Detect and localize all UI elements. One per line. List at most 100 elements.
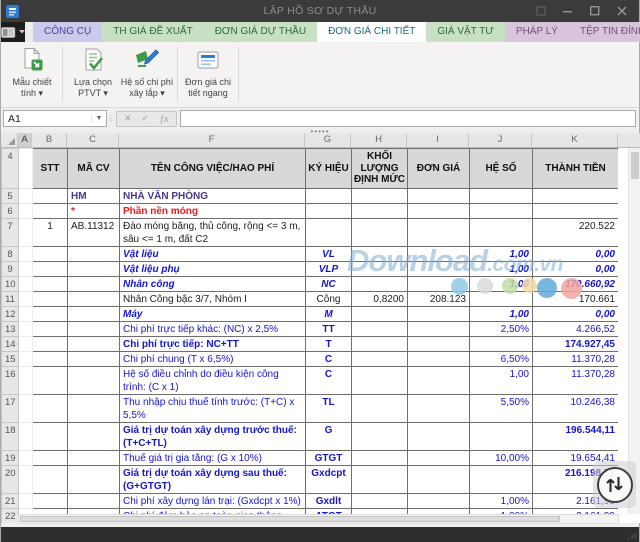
cell-B8[interactable] [33,247,68,262]
cell-A10[interactable] [19,277,33,292]
cell-J7[interactable] [470,219,533,247]
cell-I16[interactable] [408,367,470,395]
cell-H14[interactable] [352,337,408,352]
cell-A11[interactable] [19,292,33,307]
confirm-entry-icon[interactable]: ✓ [137,113,155,124]
row-header-4[interactable]: 4 [2,149,19,189]
cell-B14[interactable] [33,337,68,352]
cell-B10[interactable] [33,277,68,292]
column-header-J[interactable]: J [469,133,532,147]
cell-A17[interactable] [19,395,33,423]
cell-C7[interactable]: AB.11312 [68,219,120,247]
app-menu-button[interactable] [1,22,25,42]
cell-J9[interactable]: 1,00 [470,262,533,277]
tab-tep-tin-dinh-kem[interactable]: TỆP TIN ĐÍNH KÈM [569,22,640,42]
cell-K13[interactable]: 4.266,52 [533,322,619,337]
name-box-dropdown-icon[interactable]: ▼ [91,115,106,122]
resize-grip[interactable]: .ıl [628,532,637,541]
cell-A8[interactable] [19,247,33,262]
cell-B7[interactable]: 1 [33,219,68,247]
cell-B5[interactable] [33,189,68,204]
cell-H9[interactable] [352,262,408,277]
cell-J8[interactable]: 1,00 [470,247,533,262]
cell-J16[interactable]: 1,00 [470,367,533,395]
tab-phap-ly[interactable]: PHÁP LÝ [505,22,569,42]
cell-I7[interactable] [408,219,470,247]
cell-K16[interactable]: 11.370,28 [533,367,619,395]
cell-A14[interactable] [19,337,33,352]
row-header-14[interactable]: 14 [2,337,19,352]
cell-A5[interactable] [19,189,33,204]
column-header-G[interactable]: G [305,133,351,147]
cell-G9[interactable]: VLP [306,262,352,277]
cell-C9[interactable] [68,262,120,277]
tab-don-gia-du-thau[interactable]: ĐƠN GIÁ DỰ THẦU [204,22,317,42]
cell-K5[interactable] [533,189,619,204]
cell-F8[interactable]: Vật liệu [120,247,306,262]
cell-G20[interactable]: Gxdcpt [306,466,352,494]
cell-F9[interactable]: Vật liệu phụ [120,262,306,277]
cell-A9[interactable] [19,262,33,277]
cell-A7[interactable] [19,219,33,247]
cell-G6[interactable] [306,204,352,219]
cell-C16[interactable] [68,367,120,395]
cell-B17[interactable] [33,395,68,423]
cell-I8[interactable] [408,247,470,262]
cell-G17[interactable]: TL [306,395,352,423]
cell-F5[interactable]: NHÀ VĂN PHÒNG [120,189,306,204]
close-icon[interactable] [617,6,627,16]
cell-I4[interactable]: ĐƠN GIÁ [408,149,470,189]
cell-I19[interactable] [408,451,470,466]
cell-C15[interactable] [68,352,120,367]
cell-H18[interactable] [352,423,408,451]
row-header-18[interactable]: 18 [2,423,19,451]
cell-H11[interactable]: 0,8200 [352,292,408,307]
cell-B19[interactable] [33,451,68,466]
cell-K11[interactable]: 170.661 [533,292,619,307]
cell-K8[interactable]: 0,00 [533,247,619,262]
cell-C20[interactable] [68,466,120,494]
select-all-corner[interactable] [1,133,18,147]
scroll-up-down-widget[interactable] [593,461,636,508]
cell-C13[interactable] [68,322,120,337]
row-header-12[interactable]: 12 [2,307,19,322]
cell-G16[interactable]: C [306,367,352,395]
cell-K6[interactable] [533,204,619,219]
cell-J12[interactable]: 1,00 [470,307,533,322]
row-header-11[interactable]: 11 [2,292,19,307]
cell-I18[interactable] [408,423,470,451]
row-header-9[interactable]: 9 [2,262,19,277]
cell-F7[interactable]: Đào móng băng, thủ công, rộng <= 3 m, sâ… [120,219,306,247]
cell-I11[interactable]: 208.123 [408,292,470,307]
cell-G12[interactable]: M [306,307,352,322]
cell-J15[interactable]: 6,50% [470,352,533,367]
cell-C4[interactable]: MÃ CV [68,149,120,189]
cell-F21[interactable]: Chi phí xây dựng lán trại: (Gxdcpt x 1%) [120,494,306,509]
cell-H8[interactable] [352,247,408,262]
column-header-K[interactable]: K [532,133,618,147]
cell-C6[interactable]: * [68,204,120,219]
cell-C18[interactable] [68,423,120,451]
row-header-5[interactable]: 5 [2,189,19,204]
cell-K9[interactable]: 0,00 [533,262,619,277]
cell-J18[interactable] [470,423,533,451]
tab-cong-cu[interactable]: CÔNG CỤ [33,22,102,42]
cell-C11[interactable] [68,292,120,307]
cell-H21[interactable] [352,494,408,509]
cell-A6[interactable] [19,204,33,219]
column-header-I[interactable]: I [407,133,469,147]
name-box[interactable]: A1 ▼ [3,110,107,127]
cell-F6[interactable]: Phần nền móng [120,204,306,219]
cell-J20[interactable] [470,466,533,494]
column-header-F[interactable]: F [119,133,305,147]
ribbon-button-lua-chon-ptvt[interactable]: Lựa chọn PTVT ▾ [66,42,120,107]
row-header-16[interactable]: 16 [2,367,19,395]
cell-B16[interactable] [33,367,68,395]
cell-G14[interactable]: T [306,337,352,352]
cell-G8[interactable]: VL [306,247,352,262]
cell-K4[interactable]: THÀNH TIỀN [533,149,619,189]
cell-K12[interactable]: 0,00 [533,307,619,322]
row-header-20[interactable]: 20 [2,466,19,494]
cell-J4[interactable]: HỆ SỐ [470,149,533,189]
cell-A19[interactable] [19,451,33,466]
